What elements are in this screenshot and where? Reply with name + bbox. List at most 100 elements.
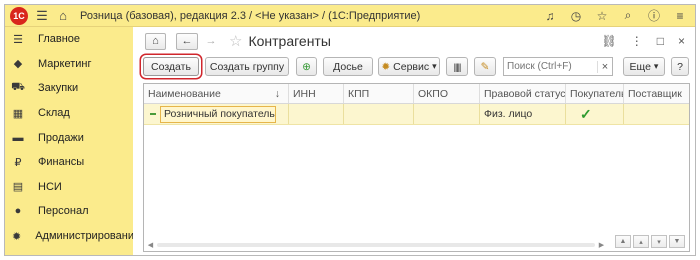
create-group-button[interactable]: Создать группу xyxy=(205,57,289,76)
column-header-inn[interactable]: ИНН xyxy=(289,84,344,103)
sidebar-item-label: Закупки xyxy=(38,82,79,95)
scroll-left-icon[interactable]: ◀ xyxy=(146,241,155,249)
sidebar-item-personnel[interactable]: ● Персонал xyxy=(5,199,133,224)
prev-page-icon: ▴ xyxy=(639,238,643,246)
barcode-button[interactable]: ||||| xyxy=(446,57,468,76)
search-field: × xyxy=(503,57,613,76)
element-marker-icon xyxy=(150,113,156,115)
column-header-legal-status[interactable]: Правовой статус xyxy=(480,84,566,103)
warehouse-icon: ▦ xyxy=(12,107,24,120)
cell-name[interactable]: Розничный покупатель xyxy=(144,104,289,124)
cart-icon: ⛟ xyxy=(11,81,25,94)
search-icon[interactable]: ⌕ xyxy=(621,8,635,23)
back-button[interactable]: ← xyxy=(176,32,198,50)
last-page-button[interactable]: ▼ xyxy=(669,235,685,248)
column-label: Наименование xyxy=(148,87,221,100)
sidebar-item-label: Главное xyxy=(38,33,81,46)
column-header-kpp[interactable]: КПП xyxy=(344,84,414,103)
cell-okpo[interactable] xyxy=(414,104,480,124)
close-icon[interactable]: × xyxy=(678,34,685,48)
cell-inn[interactable] xyxy=(289,104,344,124)
finance-icon: ₽ xyxy=(14,156,22,169)
help-button[interactable]: ? xyxy=(671,57,689,76)
pencil-icon: ✎ xyxy=(480,60,490,73)
titlebar-actions: ♫ ◷ ☆ ⌕ ⓘ ≡ xyxy=(543,7,687,24)
gear-icon: ✹ xyxy=(12,230,22,243)
cell-name-value: Розничный покупатель xyxy=(160,105,276,123)
menu-icon[interactable]: ☰ xyxy=(35,8,49,24)
form-header: ⌂ ← → ☆ Контрагенты ⛓ ⋮ □ × xyxy=(133,27,695,55)
gear-icon: ✹ xyxy=(381,60,391,73)
arrow-right-icon: → xyxy=(205,35,217,47)
search-input[interactable] xyxy=(504,61,597,72)
chevron-down-icon: ▾ xyxy=(653,61,659,71)
home-button[interactable]: ⌂ xyxy=(145,32,166,50)
sidebar-item-label: Персонал xyxy=(38,205,89,218)
next-page-icon: ▾ xyxy=(657,238,661,246)
cell-kpp[interactable] xyxy=(344,104,414,124)
more-menu-button[interactable]: Еще ▾ xyxy=(623,57,665,76)
sidebar-item-purchases[interactable]: ⛟ Закупки xyxy=(5,76,133,101)
prev-page-button[interactable]: ▴ xyxy=(633,235,649,248)
form-window-actions: ⛓ ⋮ □ × xyxy=(602,34,686,48)
checkmark-icon: ✓ xyxy=(580,105,592,122)
favorite-star-icon[interactable]: ☆ xyxy=(229,32,242,50)
cell-buyer[interactable]: ✓ xyxy=(566,104,624,124)
bell-icon[interactable]: ♫ xyxy=(543,9,557,23)
sidebar-item-administration[interactable]: ✹ Администрирование xyxy=(5,224,140,249)
barcode-icon: ||||| xyxy=(453,61,462,72)
first-page-icon: ▲ xyxy=(619,238,627,245)
arrow-left-icon: ← xyxy=(181,35,193,47)
page-title: Контрагенты xyxy=(248,33,331,49)
title-bar: 1С ☰ ⌂ Розница (базовая), редакция 2.3 /… xyxy=(5,5,695,27)
horizontal-scrollbar[interactable]: ◀ ▶ xyxy=(146,240,606,249)
history-icon[interactable]: ◷ xyxy=(569,9,583,23)
sort-arrow-icon: ↓ xyxy=(274,87,280,100)
sidebar-item-marketing[interactable]: ◆ Маркетинг xyxy=(5,52,133,77)
cell-legal-status[interactable]: Физ. лицо xyxy=(480,104,566,124)
next-page-button[interactable]: ▾ xyxy=(651,235,667,248)
sidebar-item-main[interactable]: ☰ Главное xyxy=(5,27,133,52)
home-icon[interactable]: ⌂ xyxy=(56,8,70,23)
sidebar: ☰ Главное ◆ Маркетинг ⛟ Закупки ▦ Склад … xyxy=(5,27,140,255)
star-icon[interactable]: ☆ xyxy=(595,9,609,23)
counterparties-table: Наименование ↓ ИНН КПП ОКПО Правовой ста… xyxy=(143,83,690,252)
edit-button[interactable]: ✎ xyxy=(474,57,496,76)
sidebar-item-finance[interactable]: ₽ Финансы xyxy=(5,150,133,175)
chevron-down-icon: ▾ xyxy=(432,61,437,71)
form-toolbar: Создать Создать группу ⊕ Досье ✹ Сервис … xyxy=(133,57,695,79)
main-content: ⌂ ← → ☆ Контрагенты ⛓ ⋮ □ × Создать Созд… xyxy=(133,27,695,255)
create-button[interactable]: Создать xyxy=(143,57,199,76)
column-header-supplier[interactable]: Поставщик xyxy=(624,84,689,103)
person-icon: ● xyxy=(14,205,22,218)
sidebar-item-warehouse[interactable]: ▦ Склад xyxy=(5,101,133,126)
scroll-track[interactable] xyxy=(157,242,595,247)
service-label: Сервис xyxy=(393,60,430,73)
table-row[interactable]: Розничный покупатель Физ. лицо ✓ xyxy=(144,104,689,125)
cell-supplier[interactable] xyxy=(624,104,689,124)
menu-icon: ☰ xyxy=(13,33,23,46)
home-icon: ⌂ xyxy=(152,35,159,47)
first-page-button[interactable]: ▲ xyxy=(615,235,631,248)
clear-icon[interactable]: × xyxy=(597,60,612,73)
column-header-buyer[interactable]: Покупатель xyxy=(566,84,624,103)
sidebar-item-label: Склад xyxy=(38,107,70,120)
scroll-right-icon[interactable]: ▶ xyxy=(597,241,606,249)
add-copy-button[interactable]: ⊕ xyxy=(296,57,317,76)
link-icon[interactable]: ⛓ xyxy=(602,34,617,48)
forward-button[interactable]: → xyxy=(201,33,221,50)
column-header-name[interactable]: Наименование ↓ xyxy=(144,84,289,103)
maximize-icon[interactable]: □ xyxy=(657,34,664,48)
column-header-okpo[interactable]: ОКПО xyxy=(414,84,480,103)
more-vertical-icon[interactable]: ⋮ xyxy=(631,34,643,48)
sales-icon: ▬ xyxy=(12,131,24,144)
sidebar-item-sales[interactable]: ▬ Продажи xyxy=(5,125,133,150)
sidebar-item-label: Продажи xyxy=(38,131,84,144)
info-icon[interactable]: ⓘ xyxy=(647,7,661,24)
service-menu-button[interactable]: ✹ Сервис ▾ xyxy=(378,57,440,76)
sidebar-item-reference[interactable]: ▤ НСИ xyxy=(5,175,133,200)
window-title: Розница (базовая), редакция 2.3 / <Не ук… xyxy=(80,9,421,22)
dossier-button[interactable]: Досье xyxy=(323,57,373,76)
settings-icon[interactable]: ≡ xyxy=(673,9,687,23)
more-label: Еще xyxy=(629,60,651,73)
